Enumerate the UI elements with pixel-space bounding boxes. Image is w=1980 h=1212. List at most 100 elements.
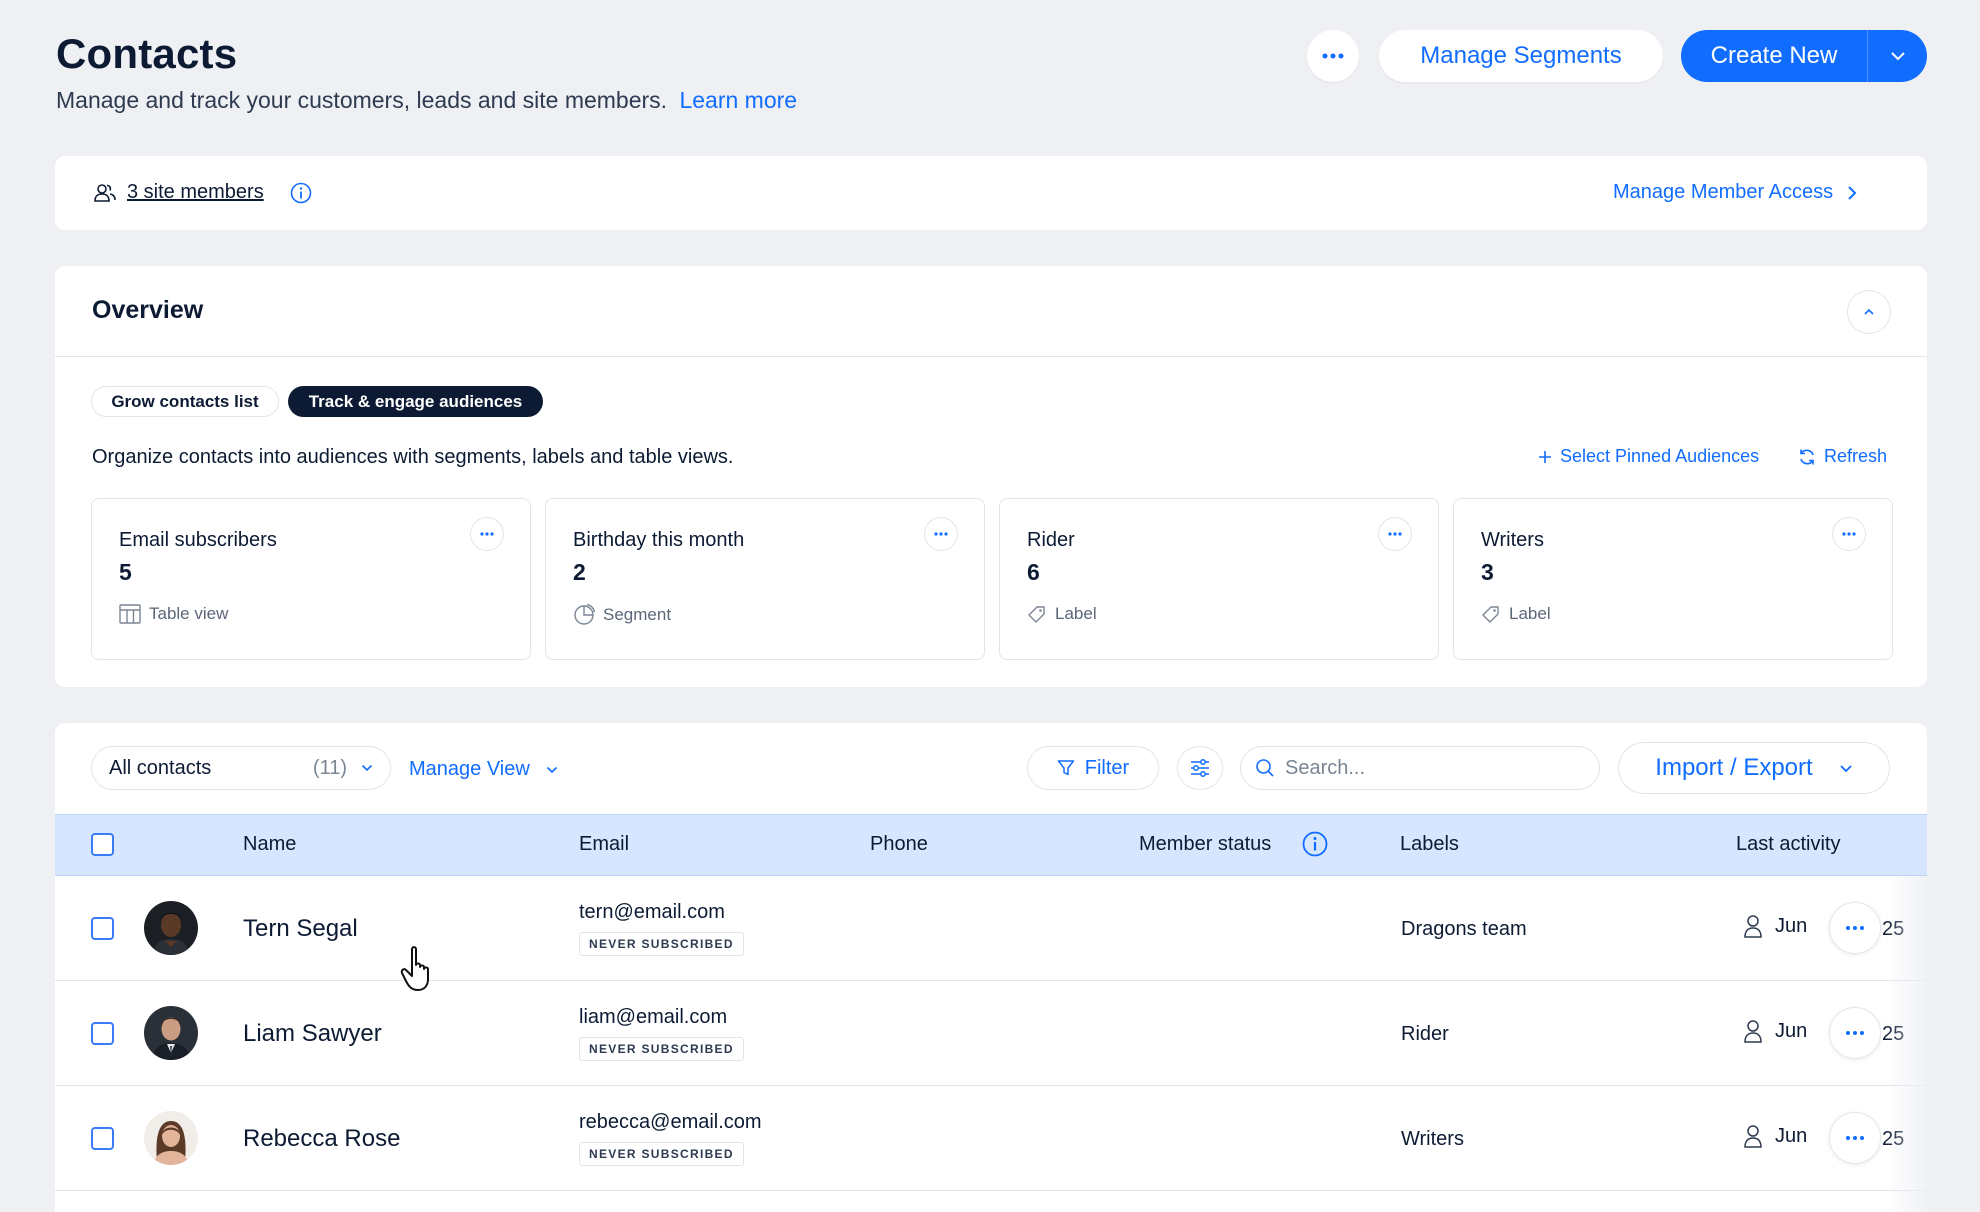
contact-name[interactable]: Rebecca Rose [243, 1125, 400, 1153]
overview-divider [55, 356, 1927, 357]
table-header-row [55, 814, 1927, 876]
create-new-button[interactable]: Create New [1681, 30, 1867, 82]
import-export-button[interactable]: Import / Export [1618, 742, 1890, 794]
filter-icon [1057, 760, 1075, 776]
audience-type: Table view [119, 604, 228, 624]
more-dots-icon [1322, 53, 1344, 59]
audience-title: Rider [1027, 529, 1075, 551]
select-pinned-audiences-button[interactable]: Select Pinned Audiences [1538, 446, 1759, 467]
chevron-down-icon [1890, 52, 1905, 61]
avatar [144, 1111, 198, 1165]
chevron-down-icon [361, 764, 373, 772]
refresh-icon [1800, 449, 1814, 464]
row-divider [55, 1085, 1927, 1086]
site-members-link[interactable]: 3 site members [127, 181, 264, 204]
row-more-button[interactable] [1829, 1112, 1881, 1164]
refresh-button[interactable]: Refresh [1798, 446, 1887, 467]
contact-label: Writers [1401, 1128, 1464, 1150]
view-select-count: (11) [312, 756, 347, 779]
audience-title: Email subscribers [119, 529, 277, 551]
manage-member-access-label: Manage Member Access [1613, 181, 1834, 203]
column-header-phone[interactable]: Phone [870, 833, 928, 856]
row-checkbox[interactable] [91, 1022, 114, 1045]
more-actions-button[interactable] [1307, 30, 1359, 82]
select-pinned-label: Select Pinned Audiences [1560, 446, 1760, 466]
table-settings-button[interactable] [1177, 746, 1223, 790]
audience-type-label: Table view [149, 604, 229, 623]
info-icon[interactable] [290, 182, 312, 204]
sliders-icon [1191, 759, 1209, 777]
audience-more-button[interactable] [924, 517, 958, 551]
page-subtitle: Manage and track your customers, leads a… [56, 87, 797, 114]
audience-type-label: Label [1055, 604, 1097, 623]
audience-card-birthday[interactable]: Birthday this month 2 Segment [545, 498, 985, 660]
search-icon [1256, 759, 1274, 777]
audience-more-button[interactable] [1832, 517, 1866, 551]
column-header-last-activity[interactable]: Last activity [1736, 833, 1840, 856]
contact-email: rebecca@email.com [579, 1111, 762, 1133]
filter-button[interactable]: Filter [1027, 746, 1159, 790]
contact-email: tern@email.com [579, 901, 725, 923]
person-icon [1744, 1125, 1762, 1148]
member-status-info-icon[interactable] [1302, 831, 1328, 857]
more-dots-icon [1846, 1136, 1864, 1140]
column-header-email[interactable]: Email [579, 833, 629, 856]
audience-card-writers[interactable]: Writers 3 Label [1453, 498, 1893, 660]
contact-name[interactable]: Tern Segal [243, 915, 358, 943]
column-header-member-status[interactable]: Member status [1139, 833, 1271, 856]
collapse-overview-button[interactable] [1847, 290, 1891, 334]
audience-count: 2 [573, 559, 586, 585]
subscription-badge: NEVER SUBSCRIBED [579, 932, 744, 956]
subtitle-text: Manage and track your customers, leads a… [56, 87, 668, 113]
row-more-button[interactable] [1829, 1007, 1881, 1059]
person-icon [1744, 915, 1762, 938]
row-more-button[interactable] [1829, 902, 1881, 954]
members-icon [94, 182, 116, 204]
search-input[interactable] [1285, 756, 1585, 780]
refresh-label: Refresh [1824, 446, 1888, 466]
contact-name[interactable]: Liam Sawyer [243, 1020, 382, 1048]
audience-count: 6 [1027, 559, 1040, 585]
manage-view-dropdown[interactable]: Manage View [409, 758, 558, 781]
tag-icon [1482, 606, 1499, 623]
manage-view-label: Manage View [409, 758, 530, 780]
row-divider [55, 980, 1927, 981]
row-checkbox[interactable] [91, 1127, 114, 1150]
more-dots-icon [480, 532, 494, 536]
audience-more-button[interactable] [470, 517, 504, 551]
select-all-checkbox[interactable] [91, 833, 114, 856]
manage-member-access-link[interactable]: Manage Member Access [1613, 181, 1857, 204]
search-field[interactable] [1240, 746, 1600, 790]
row-checkbox[interactable] [91, 917, 114, 940]
audience-type-label: Segment [603, 605, 672, 624]
row-divider [55, 1190, 1927, 1191]
audience-more-button[interactable] [1378, 517, 1412, 551]
audience-type-label: Label [1509, 604, 1551, 623]
plus-icon [1539, 450, 1551, 463]
view-select-label: All contacts [109, 756, 212, 779]
audience-title: Writers [1481, 529, 1544, 551]
last-activity-date: Jun [1775, 1124, 1808, 1147]
column-header-name[interactable]: Name [243, 833, 296, 856]
last-activity-date: Jun [1775, 1019, 1808, 1042]
audience-card-email-subscribers[interactable]: Email subscribers 5 Table view [91, 498, 531, 660]
chip-grow-contacts[interactable]: Grow contacts list [91, 386, 279, 417]
create-new-dropdown-button[interactable] [1867, 30, 1927, 82]
view-select-dropdown[interactable]: All contacts (11) [91, 746, 391, 790]
chip-track-engage[interactable]: Track & engage audiences [288, 386, 543, 417]
manage-segments-button[interactable]: Manage Segments [1379, 30, 1663, 82]
column-header-labels[interactable]: Labels [1400, 833, 1459, 856]
segment-icon [574, 604, 595, 625]
more-dots-icon [934, 532, 948, 536]
filter-label: Filter [1084, 756, 1130, 779]
hand-cursor-icon [400, 945, 438, 993]
chevron-right-icon [1848, 185, 1857, 200]
chevron-down-icon [546, 766, 557, 773]
audience-card-rider[interactable]: Rider 6 Label [999, 498, 1439, 660]
learn-more-link[interactable]: Learn more [679, 87, 797, 113]
audience-type: Segment [573, 604, 671, 626]
subscription-badge: NEVER SUBSCRIBED [579, 1142, 744, 1166]
contact-label: Rider [1401, 1023, 1449, 1045]
audience-type: Label [1027, 604, 1097, 624]
audience-title: Birthday this month [573, 529, 745, 551]
